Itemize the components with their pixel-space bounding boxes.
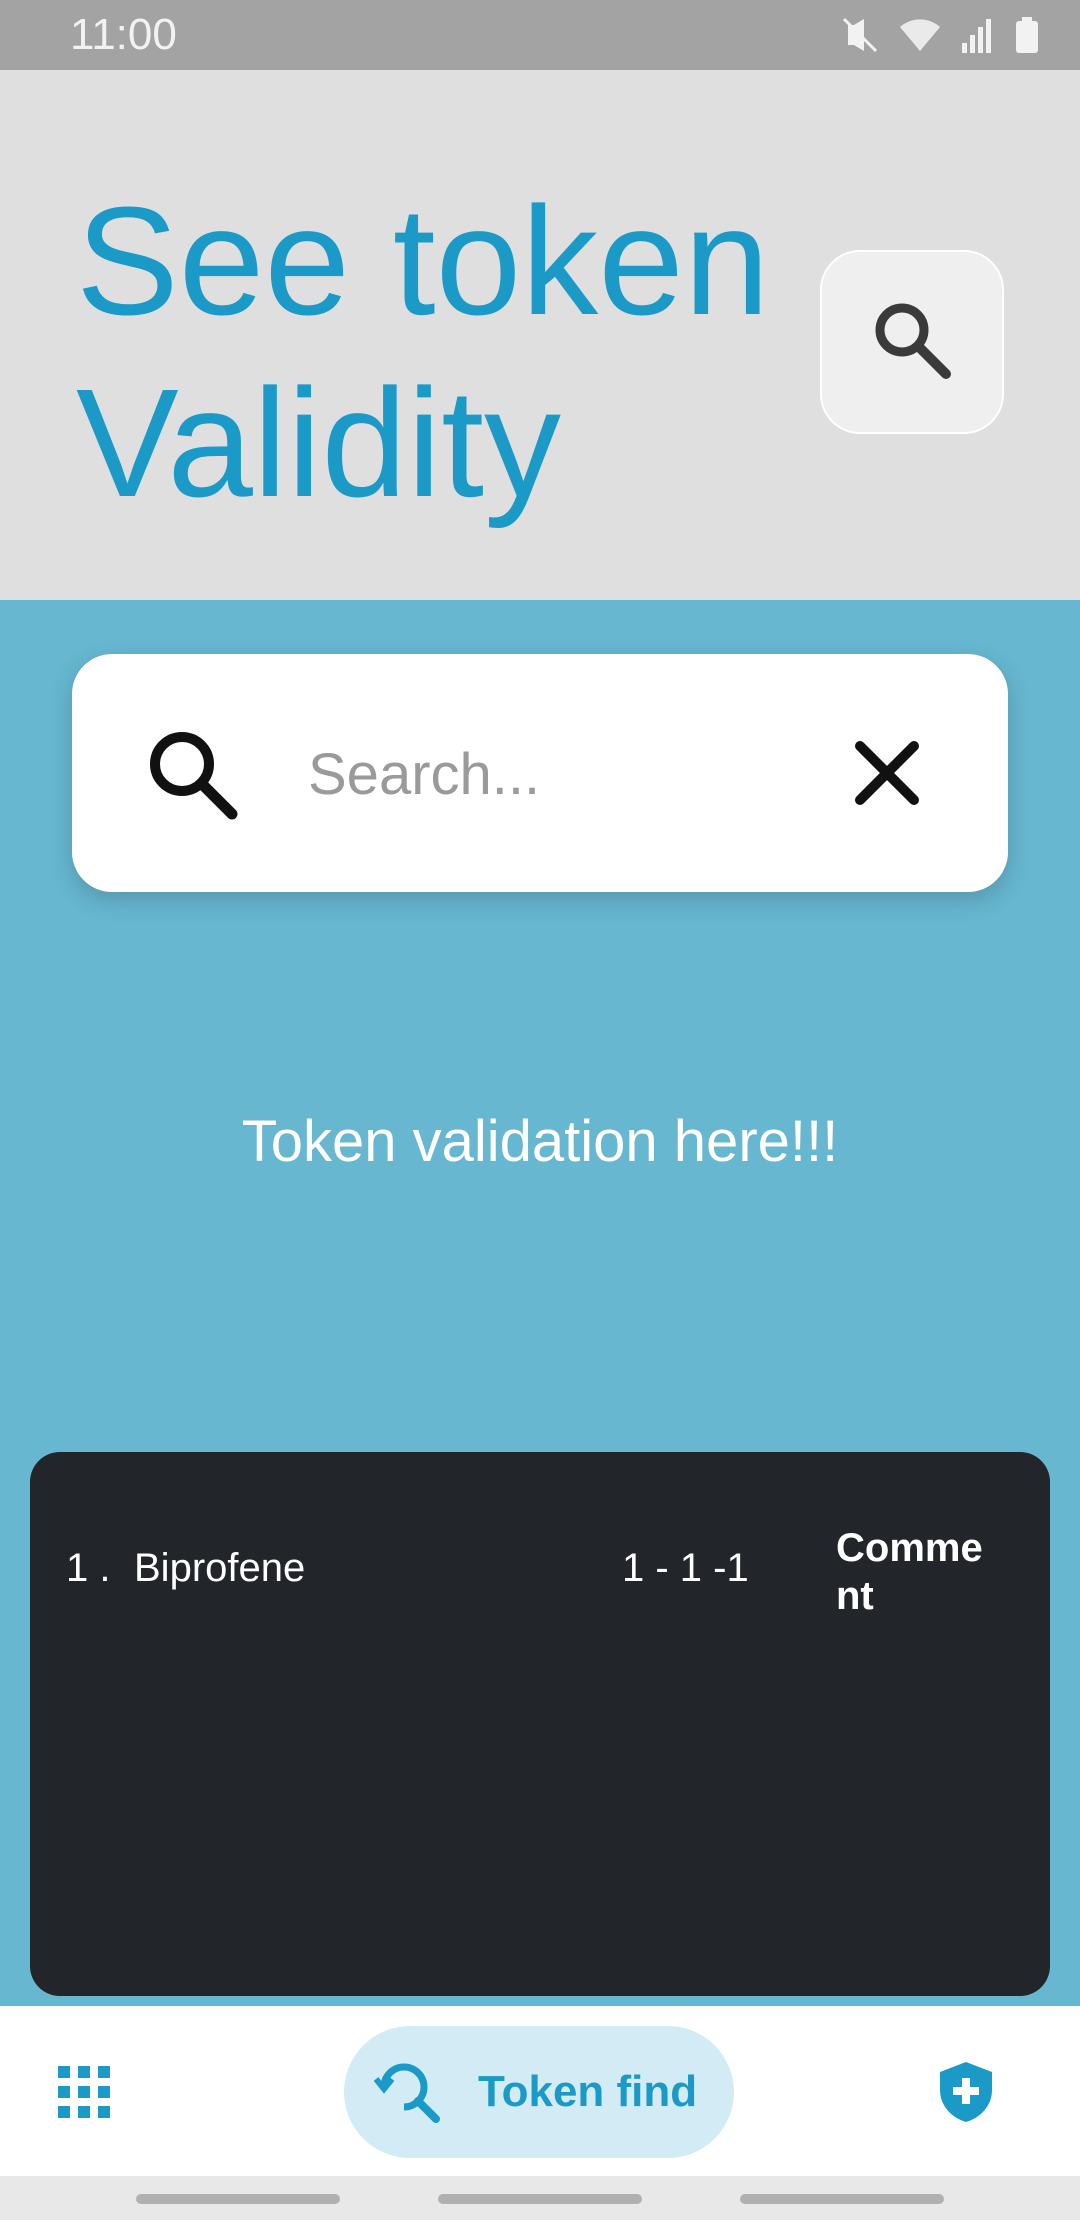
search-input[interactable] [308,714,868,834]
results-panel: 1 . Biprofene 1 - 1 -1 Comment [30,1452,1050,1996]
screen: 11:00 See token Validity Search... Token… [0,0,1080,2220]
close-icon[interactable] [850,736,924,810]
search-icon [870,298,954,387]
search-refresh-icon [373,2057,440,2128]
gesture-bar [0,2176,1080,2220]
mute-icon [840,15,880,55]
token-find-label: Token find [478,2067,698,2116]
bottom-nav: Token find [0,2006,1080,2176]
battery-icon [1014,15,1040,55]
search-icon [144,726,240,827]
page-title: See token Validity [76,175,770,529]
token-find-button[interactable]: Token find [344,2026,734,2158]
status-icons [840,15,1040,55]
gesture-pill[interactable] [136,2194,340,2204]
row-index: 1 . [66,1546,111,1590]
grid-icon[interactable] [58,2066,110,2123]
header-search-button[interactable] [820,250,1004,434]
row-comment: Comment [836,1526,983,1618]
validation-message: Token validation here!!! [241,1109,839,1174]
status-time: 11:00 [70,10,177,59]
wifi-icon [898,15,942,55]
gesture-pill[interactable] [740,2194,944,2204]
row-code: 1 - 1 -1 [622,1546,749,1590]
header: See token Validity [0,70,1080,600]
status-bar: 11:00 [0,0,1080,70]
signal-icon [960,15,996,55]
gesture-pill[interactable] [438,2194,642,2204]
row-name: Biprofene [134,1546,306,1590]
shield-plus-icon[interactable] [938,2060,994,2129]
list-item[interactable]: 1 . Biprofene 1 - 1 -1 Comment [30,1452,1050,1618]
search-bar [72,654,1008,892]
